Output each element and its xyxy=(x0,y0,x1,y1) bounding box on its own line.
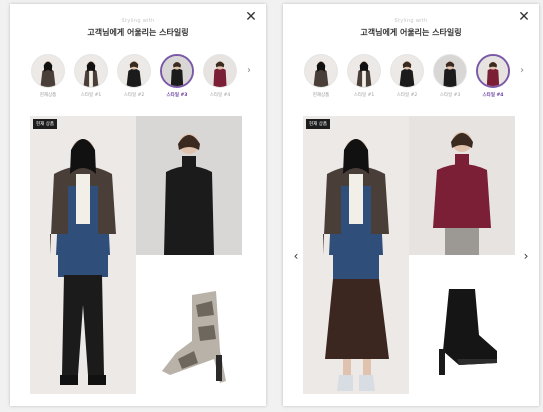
style-tabs: 현재상품 스타일 #1 스타일 #2 스타일 #3 스타일 #4 xyxy=(301,54,513,104)
tab-label: 스타일 #1 xyxy=(353,93,375,98)
modal-subtitle: Styling with xyxy=(394,18,428,24)
tab-style-3[interactable]: 스타일 #3 xyxy=(430,54,470,104)
chevron-right-icon[interactable]: › xyxy=(519,246,533,266)
tab-style-3[interactable]: 스타일 #3 xyxy=(157,54,197,104)
current-product-badge: 현재 상품 xyxy=(33,119,57,129)
outfit-jacket-photo[interactable]: 현재 상품 xyxy=(303,116,409,255)
avatar xyxy=(31,54,65,88)
tab-style-2[interactable]: 스타일 #2 xyxy=(387,54,427,104)
tab-style-1[interactable]: 스타일 #1 xyxy=(344,54,384,104)
styling-modal-left: ✕ Styling with 고객님에게 어울리는 스타일링 현재상품 스타일 … xyxy=(10,4,266,406)
avatar xyxy=(433,54,467,88)
styling-modal-right: ✕ Styling with 고객님에게 어울리는 스타일링 현재상품 스타일 … xyxy=(283,4,539,406)
outfit-black-pants-photo[interactable] xyxy=(30,255,136,394)
tab-label: 스타일 #2 xyxy=(123,93,145,98)
modal-title: 고객님에게 어울리는 스타일링 xyxy=(360,28,462,37)
chevron-right-icon[interactable]: › xyxy=(517,64,527,78)
tab-current-product[interactable]: 현재상품 xyxy=(301,54,341,104)
outfit-grid: 현재 상품 xyxy=(30,116,242,394)
avatar xyxy=(160,54,194,88)
avatar xyxy=(74,54,108,88)
tab-label: 스타일 #2 xyxy=(396,93,418,98)
tab-label: 스타일 #4 xyxy=(482,93,504,98)
avatar xyxy=(304,54,338,88)
outfit-black-turtleneck-photo[interactable] xyxy=(136,116,242,255)
tab-label: 스타일 #1 xyxy=(80,93,102,98)
tab-style-4[interactable]: 스타일 #4 xyxy=(200,54,240,104)
tab-label: 현재상품 xyxy=(39,93,57,98)
tab-current-product[interactable]: 현재상품 xyxy=(28,54,68,104)
avatar xyxy=(117,54,151,88)
outfit-burgundy-turtleneck-photo[interactable] xyxy=(409,116,515,255)
avatar xyxy=(203,54,237,88)
outfit-black-heel-boots-photo[interactable] xyxy=(409,255,515,394)
avatar xyxy=(390,54,424,88)
outfit-python-boots-photo[interactable] xyxy=(136,255,242,394)
stage: ✕ Styling with 고객님에게 어울리는 스타일링 현재상품 스타일 … xyxy=(0,0,543,412)
outfit-grid: 현재 상품 xyxy=(303,116,515,394)
tab-style-1[interactable]: 스타일 #1 xyxy=(71,54,111,104)
tab-label: 스타일 #3 xyxy=(439,93,461,98)
avatar xyxy=(476,54,510,88)
chevron-right-icon[interactable]: › xyxy=(244,64,254,78)
style-tabs: 현재상품 스타일 #1 스타일 #2 스타일 #3 스타일 #4 xyxy=(28,54,240,104)
avatar xyxy=(347,54,381,88)
chevron-left-icon[interactable]: ‹ xyxy=(289,246,303,266)
modal-subtitle: Styling with xyxy=(121,18,155,24)
outfit-brown-skirt-photo[interactable] xyxy=(303,255,409,394)
modal-title: 고객님에게 어울리는 스타일링 xyxy=(87,28,189,37)
tab-style-4[interactable]: 스타일 #4 xyxy=(473,54,513,104)
outfit-jacket-photo[interactable]: 현재 상품 xyxy=(30,116,136,255)
tab-style-2[interactable]: 스타일 #2 xyxy=(114,54,154,104)
tab-label: 현재상품 xyxy=(312,93,330,98)
tab-label: 스타일 #3 xyxy=(166,93,188,98)
current-product-badge: 현재 상품 xyxy=(306,119,330,129)
tab-label: 스타일 #4 xyxy=(209,93,231,98)
